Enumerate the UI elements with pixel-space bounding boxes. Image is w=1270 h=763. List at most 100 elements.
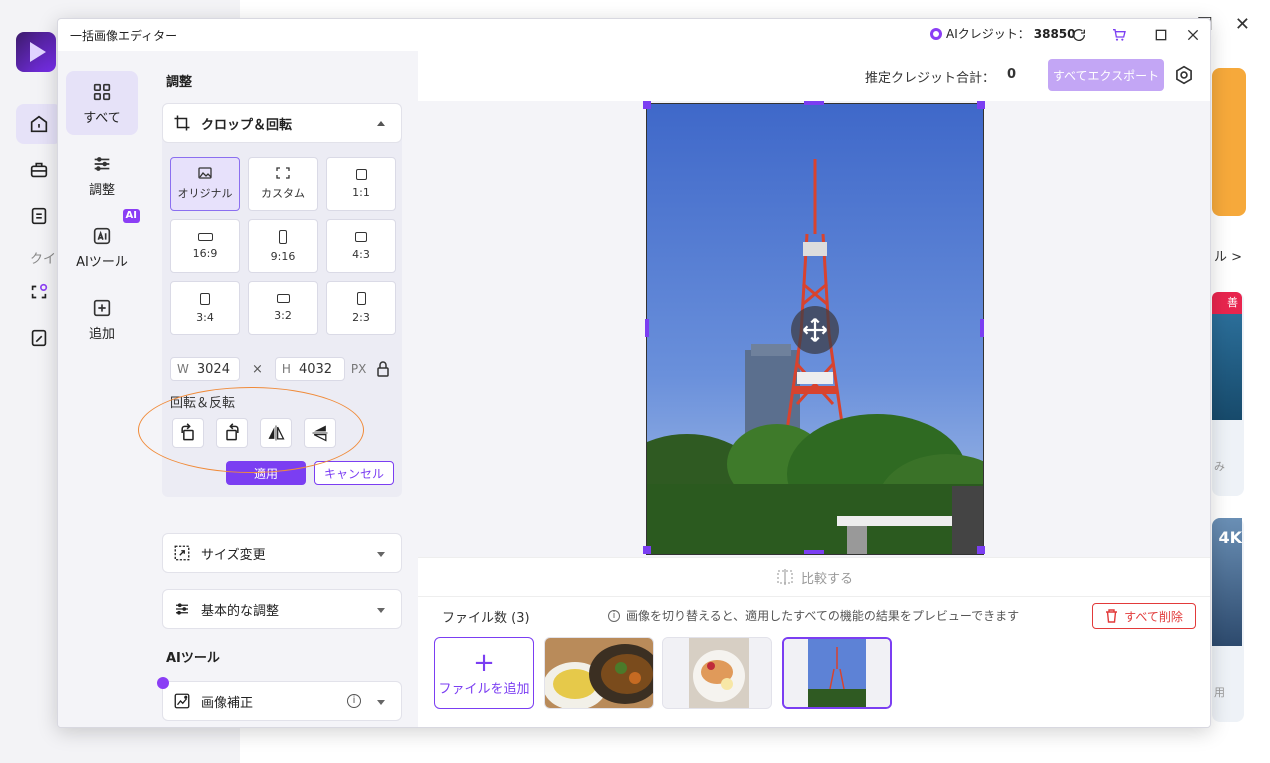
estimate-label: 推定クレジット合計： — [864, 71, 995, 86]
crop-handle[interactable] — [645, 319, 649, 337]
ratio-3-2[interactable]: 3:2 — [248, 281, 318, 335]
nav-add-label: 追加 — [88, 326, 115, 342]
ratio-label: 9:16 — [270, 249, 296, 263]
ratio-4-3[interactable]: 4:3 — [326, 219, 396, 273]
nav-all[interactable]: すべて — [66, 71, 138, 135]
toolbox-icon[interactable] — [16, 150, 62, 190]
rect-icon — [276, 294, 290, 303]
crop-handle[interactable] — [804, 101, 824, 105]
crop-icon — [174, 115, 190, 131]
app-logo — [16, 32, 56, 72]
thumbnail-3-selected[interactable] — [782, 637, 892, 709]
highlight-ellipse — [138, 387, 364, 473]
credit-icon — [930, 27, 942, 40]
preview-canvas — [418, 101, 1210, 557]
resize-section[interactable]: サイズ変更 — [162, 533, 402, 573]
thumbnail-1[interactable] — [544, 637, 654, 709]
custom-crop-icon — [276, 167, 290, 179]
ratio-2-3[interactable]: 2:3 — [326, 281, 396, 335]
info-icon[interactable]: i — [347, 694, 361, 708]
ratio-label: 4:3 — [352, 247, 370, 261]
panel-title: 調整 — [166, 75, 193, 90]
basic-adjust-label: 基本的な調整 — [201, 603, 280, 619]
quick-tool-icon[interactable] — [16, 272, 62, 312]
feature-card-badge: 善 — [1212, 292, 1242, 314]
feature-card-2-image: 4K — [1212, 518, 1242, 646]
ratio-original[interactable]: オリジナル — [170, 157, 240, 211]
maximize-icon[interactable] — [1150, 24, 1172, 46]
feature-card-text: み — [1214, 460, 1225, 473]
compare-toggle[interactable]: 比較する — [418, 557, 1210, 597]
cancel-button[interactable]: キャンセル — [314, 461, 394, 485]
crop-handle[interactable] — [977, 546, 985, 554]
nav-add[interactable]: 追加 — [66, 287, 138, 351]
crop-rotate-header[interactable]: クロップ＆回転 — [162, 103, 402, 143]
crop-handle[interactable] — [643, 101, 651, 109]
width-value: 3024 — [196, 361, 230, 377]
height-value: 4032 — [298, 361, 333, 377]
times-sign: × — [252, 361, 263, 377]
crop-handle[interactable] — [804, 550, 824, 554]
ai-badge: AI — [122, 209, 140, 223]
promo-card[interactable] — [1212, 68, 1246, 216]
ratio-3-4[interactable]: 3:4 — [170, 281, 240, 335]
nav-adjust[interactable]: 調整 — [66, 143, 138, 207]
ratio-1-1[interactable]: 1:1 — [326, 157, 396, 211]
resize-label: サイズ変更 — [201, 547, 266, 563]
close-bg-icon[interactable]: ✕ — [1235, 14, 1250, 35]
image-icon — [198, 167, 212, 179]
tool-nav: すべて 調整 AIツール AI 追加 — [58, 51, 146, 727]
ratio-label: オリジナル — [177, 187, 233, 200]
export-all-button[interactable]: すべてエクスポート — [1048, 59, 1164, 91]
crop-handle[interactable] — [977, 101, 985, 109]
files-info: i 画像を切り替えると、適用したすべての機能の結果をプレビューできます — [608, 607, 1019, 624]
dimension-row: W 3024 × H 4032 PX — [170, 357, 390, 381]
ai-tools-title: AIツール — [166, 651, 220, 666]
crop-handle[interactable] — [643, 546, 651, 554]
chevron-down-icon — [377, 552, 385, 557]
add-file-button[interactable]: + ファイルを追加 — [434, 637, 534, 709]
feature-card-2-text: 用 — [1214, 686, 1225, 699]
cart-icon[interactable] — [1108, 24, 1130, 46]
nav-ai-tools-label: AIツール — [76, 254, 128, 270]
height-field[interactable]: H 4032 — [274, 357, 345, 381]
move-button[interactable] — [791, 306, 839, 354]
nav-ai-tools[interactable]: AIツール AI — [66, 209, 140, 279]
ratio-custom[interactable]: カスタム — [248, 157, 318, 211]
refresh-icon[interactable] — [1068, 24, 1090, 46]
enhance-icon — [174, 693, 190, 709]
delete-all-button[interactable]: すべて削除 — [1092, 603, 1196, 629]
ratio-grid: オリジナル カスタム 1:1 16:9 9:16 4:3 3:4 3:2 2:3 — [170, 157, 396, 335]
titlebar: 一括画像エディター AIクレジット： 38850 — [58, 19, 1210, 51]
image-enhance-section[interactable]: 画像補正 i — [157, 677, 402, 721]
more-link[interactable]: ル > — [1214, 246, 1242, 265]
ai-credits: AIクレジット： 38850 — [930, 25, 1076, 42]
ratio-9-16[interactable]: 9:16 — [248, 219, 318, 273]
lock-icon[interactable] — [376, 361, 390, 377]
chevron-down-icon — [377, 700, 385, 705]
file-count: ファイル数 (3) — [442, 611, 530, 626]
nav-adjust-label: 調整 — [88, 182, 115, 198]
square-icon — [355, 169, 367, 180]
width-label: W — [177, 362, 189, 376]
estimated-credits: 推定クレジット合計： 0 — [865, 67, 1016, 86]
close-icon[interactable] — [1182, 24, 1204, 46]
crop-handle[interactable] — [980, 319, 984, 337]
edit-doc-icon[interactable] — [16, 318, 62, 358]
gear-icon[interactable] — [1174, 65, 1194, 85]
thumbnail-2[interactable] — [662, 637, 772, 709]
image-enhance-label: 画像補正 — [201, 695, 254, 711]
trash-icon — [1106, 609, 1118, 623]
document-icon[interactable] — [16, 196, 62, 236]
ai-icon — [93, 227, 111, 244]
home-icon[interactable] — [16, 104, 62, 144]
chevron-down-icon — [377, 608, 385, 613]
add-file-label: ファイルを追加 — [438, 681, 530, 697]
grid-icon — [93, 83, 111, 100]
tall-rect-icon — [279, 229, 287, 244]
width-field[interactable]: W 3024 — [170, 357, 240, 381]
dialog-title: 一括画像エディター — [70, 29, 178, 43]
credits-label: AIクレジット： — [946, 27, 1030, 41]
ratio-16-9[interactable]: 16:9 — [170, 219, 240, 273]
basic-adjust-section[interactable]: 基本的な調整 — [162, 589, 402, 629]
